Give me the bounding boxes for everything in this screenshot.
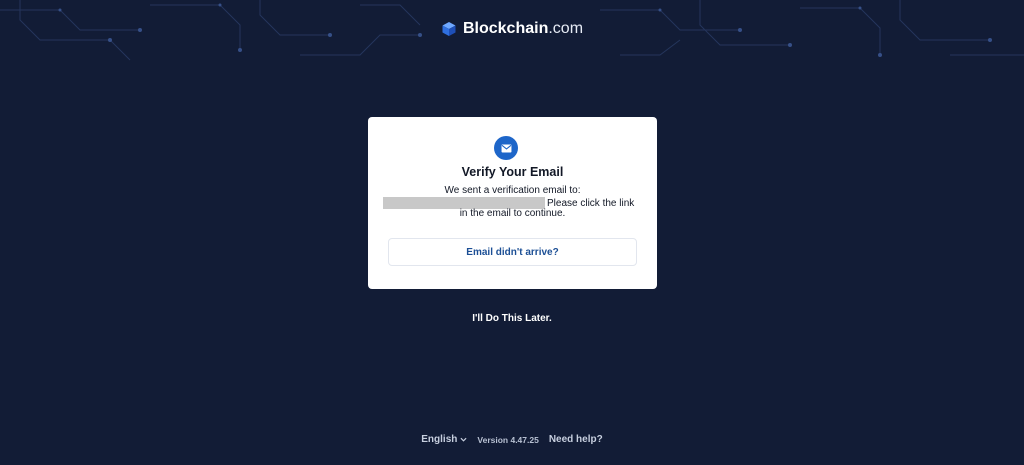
footer: English Version 4.47.25 Need help? <box>0 434 1024 445</box>
card-message-line3: in the email to continue. <box>459 208 566 219</box>
language-selector[interactable]: English <box>421 434 467 445</box>
card-message-line2-text: Please click the link <box>547 197 635 209</box>
do-this-later-link[interactable]: I'll Do This Later. <box>0 313 1024 324</box>
blockchain-cube-icon <box>441 21 457 37</box>
need-help-link[interactable]: Need help? <box>549 434 603 445</box>
chevron-down-icon <box>460 436 467 443</box>
email-didnt-arrive-button[interactable]: Email didn't arrive? <box>388 238 637 266</box>
brand-logo[interactable]: Blockchain.com <box>0 20 1024 38</box>
card-title: Verify Your Email <box>461 165 564 179</box>
language-label: English <box>421 434 458 445</box>
version-label: Version 4.47.25 <box>477 434 539 445</box>
brand-name: Blockchain.com <box>462 20 584 37</box>
mail-icon <box>494 136 518 160</box>
card-message-line1: We sent a verification email to: <box>444 185 581 196</box>
